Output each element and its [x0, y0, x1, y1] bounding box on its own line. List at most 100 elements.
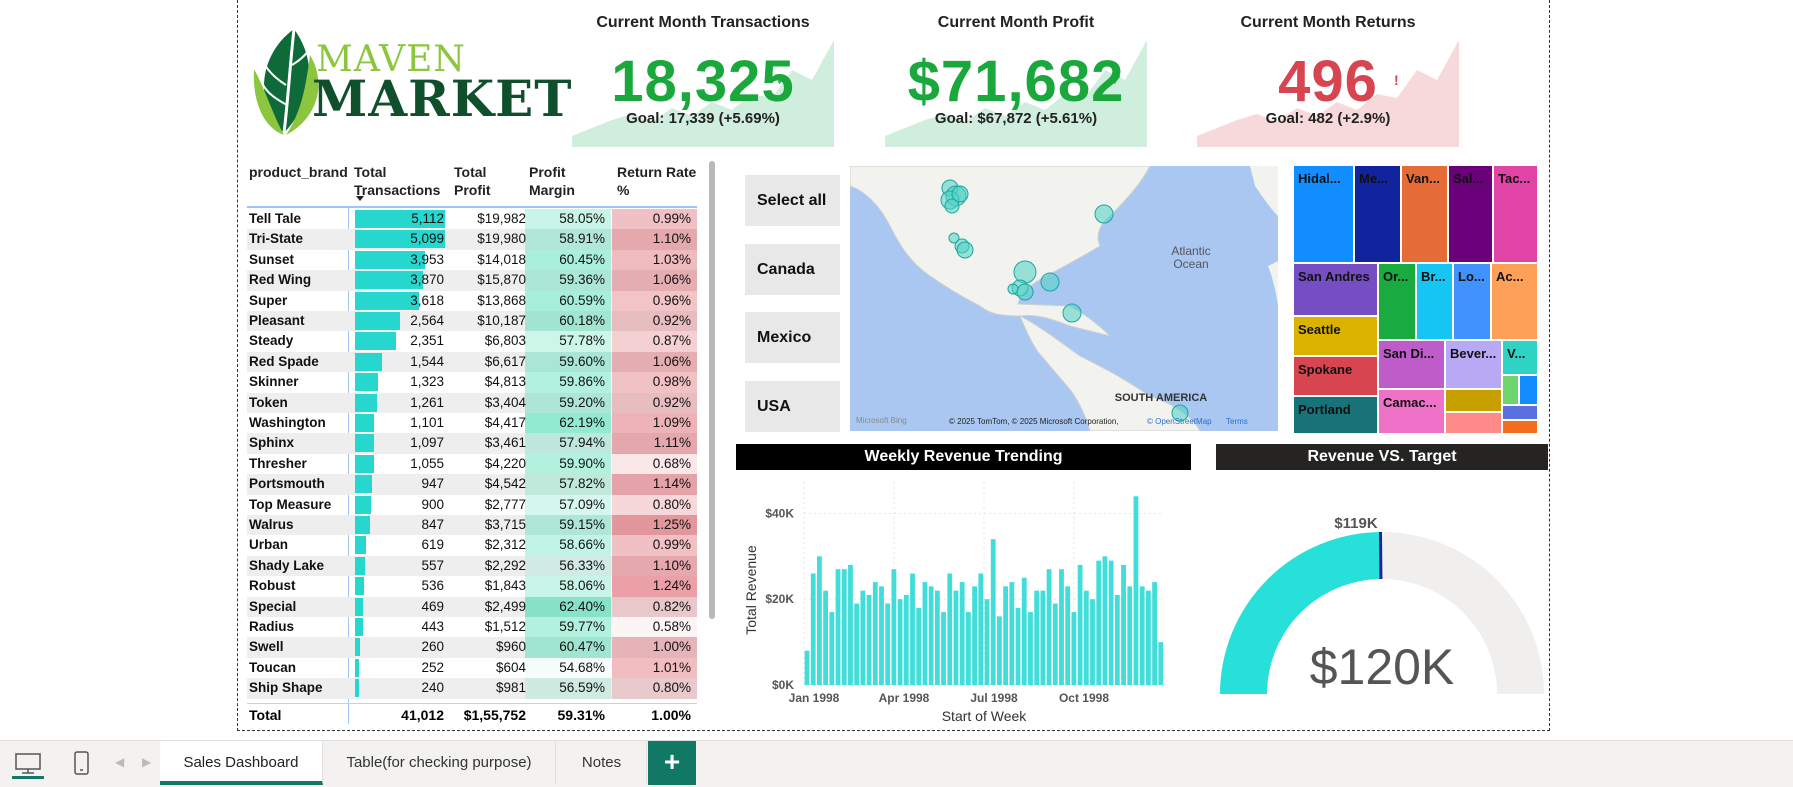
table-row[interactable]: Red Spade 1,544 $6,617 59.60% 1.06% [247, 351, 697, 373]
col-header-profit[interactable]: Total Profit [454, 163, 514, 199]
store-bubble[interactable] [1094, 204, 1114, 224]
table-row[interactable]: Radius 443 $1,512 59.77% 0.58% [247, 617, 697, 638]
col-header-brand[interactable]: product_brand [249, 163, 349, 181]
col-header-return[interactable]: Return Rate % [617, 163, 697, 199]
revenue-bar[interactable] [1034, 590, 1040, 685]
revenue-bar[interactable] [1083, 590, 1089, 685]
table-row[interactable]: Tell Tale 5,112 $19,982 58.05% 0.99% [247, 209, 697, 230]
map-canvas[interactable]: Atlantic Ocean SOUTH AMERICA Microsoft Bing… [850, 166, 1278, 431]
revenue-bar[interactable] [1108, 560, 1114, 685]
table-row[interactable]: Special 469 $2,499 62.40% 0.82% [247, 596, 697, 617]
revenue-bar[interactable] [1009, 582, 1015, 685]
table-row[interactable]: Swell 260 $960 60.47% 1.00% [247, 637, 697, 658]
revenue-bar[interactable] [1028, 612, 1033, 685]
table-row[interactable]: Walrus 847 $3,715 59.15% 1.25% [247, 515, 697, 536]
revenue-bar[interactable] [1158, 642, 1164, 685]
revenue-bar[interactable] [1040, 590, 1046, 685]
revenue-bar[interactable] [1071, 612, 1077, 685]
table-scrollbar[interactable] [709, 161, 715, 619]
store-bubble[interactable] [956, 241, 974, 259]
revenue-bar[interactable] [1065, 586, 1071, 685]
slicer-option[interactable]: Mexico [745, 312, 840, 363]
table-row[interactable]: Pleasant 2,564 $10,187 60.18% 0.92% [247, 311, 697, 332]
table-row[interactable]: Ship Shape 240 $981 56.59% 0.80% [247, 678, 697, 699]
table-row[interactable]: Robust 536 $1,843 58.06% 1.24% [247, 576, 697, 597]
table-row[interactable]: Super 3,618 $13,868 60.59% 0.96% [247, 290, 697, 311]
revenue-bar[interactable] [872, 582, 878, 685]
revenue-bar[interactable] [1077, 564, 1083, 685]
treemap-tile[interactable] [1446, 390, 1503, 413]
revenue-bar[interactable] [1090, 599, 1095, 685]
revenue-bar[interactable] [959, 582, 965, 685]
slicer-option[interactable]: Canada [745, 243, 840, 295]
page-tab[interactable]: Sales Dashboard [160, 741, 323, 785]
revenue-bar[interactable] [879, 586, 884, 685]
revenue-bar[interactable] [978, 573, 984, 685]
revenue-bar[interactable] [891, 569, 897, 685]
treemap-tile[interactable] [1503, 421, 1539, 435]
table-row[interactable]: Skinner 1,323 $4,813 59.86% 0.98% [247, 372, 697, 393]
revenue-bar[interactable] [997, 616, 1002, 685]
store-bubble[interactable] [1062, 303, 1082, 323]
revenue-bar[interactable] [1127, 586, 1133, 685]
revenue-bar[interactable] [860, 590, 866, 685]
revenue-bar[interactable] [928, 586, 934, 685]
treemap-tile[interactable]: Seattle [1294, 317, 1379, 357]
table-row[interactable]: Tri-State 5,099 $19,980 58.91% 1.10% [247, 229, 697, 250]
revenue-bar[interactable] [897, 599, 903, 685]
treemap-tile[interactable]: San Di... [1379, 341, 1446, 390]
revenue-bar[interactable] [1139, 586, 1145, 685]
revenue-bar[interactable] [854, 603, 860, 685]
store-bubble[interactable] [951, 185, 969, 203]
revenue-bar[interactable] [848, 564, 853, 685]
revenue-bar[interactable] [829, 612, 835, 685]
treemap-tile[interactable]: Me... [1355, 166, 1402, 264]
revenue-bar[interactable] [1145, 590, 1151, 685]
revenue-bar[interactable] [835, 569, 841, 685]
treemap-tile[interactable] [1503, 376, 1520, 406]
store-bubble[interactable] [1007, 283, 1019, 295]
add-page-button[interactable]: + [648, 741, 696, 785]
mobile-view-icon[interactable] [72, 749, 92, 777]
revenue-bar[interactable] [1114, 594, 1120, 685]
table-row[interactable]: Red Wing 3,870 $15,870 59.36% 1.06% [247, 270, 697, 291]
revenue-bar[interactable] [990, 539, 996, 685]
revenue-bar[interactable] [903, 594, 909, 685]
table-row[interactable]: Portsmouth 947 $4,542 57.82% 1.14% [247, 474, 697, 495]
revenue-bar[interactable] [1003, 586, 1009, 685]
slicer-option[interactable]: Select all [745, 175, 840, 226]
revenue-bar[interactable] [947, 573, 953, 685]
revenue-bar[interactable] [1102, 556, 1108, 685]
treemap-tile[interactable]: V... [1503, 341, 1539, 376]
revenue-bar[interactable] [953, 590, 959, 685]
table-row[interactable]: Urban 619 $2,312 58.66% 0.99% [247, 535, 697, 556]
revenue-bar[interactable] [1096, 560, 1102, 685]
prev-page-icon[interactable]: ◀ [115, 755, 124, 769]
store-bubble[interactable] [1013, 260, 1037, 284]
treemap-tile[interactable]: Tac... [1494, 166, 1539, 264]
revenue-bar[interactable] [934, 590, 940, 685]
treemap-tile[interactable]: Van... [1402, 166, 1449, 264]
treemap-tile[interactable]: Bever... [1446, 341, 1503, 390]
revenue-bar[interactable] [804, 650, 810, 685]
store-map[interactable]: Atlantic Ocean SOUTH AMERICA Microsoft Bing… [850, 166, 1278, 431]
treemap-tile[interactable]: Spokane [1294, 357, 1379, 397]
revenue-bar[interactable] [1046, 569, 1052, 685]
treemap-tile[interactable]: Sal... [1449, 166, 1494, 264]
revenue-bar[interactable] [916, 607, 922, 685]
store-bubble[interactable] [1040, 272, 1060, 292]
treemap-tile[interactable]: Ac... [1492, 264, 1539, 341]
table-row[interactable]: Thresher 1,055 $4,220 59.90% 0.68% [247, 453, 697, 475]
treemap-tile[interactable]: San Andres [1294, 264, 1379, 317]
revenue-bar[interactable] [810, 573, 816, 685]
revenue-bar[interactable] [885, 603, 891, 685]
revenue-bar[interactable] [1021, 577, 1027, 685]
table-row[interactable]: Sunset 3,953 $14,018 60.45% 1.03% [247, 249, 697, 271]
page-tab[interactable]: Table(for checking purpose) [323, 741, 556, 785]
table-row[interactable]: Top Measure 900 $2,777 57.09% 0.80% [247, 494, 697, 515]
revenue-bar[interactable] [922, 582, 928, 685]
treemap-tile[interactable]: Camac... [1379, 390, 1446, 435]
revenue-bar[interactable] [1052, 603, 1058, 685]
table-row[interactable]: Token 1,261 $3,404 59.20% 0.92% [247, 392, 697, 413]
next-page-icon[interactable]: ▶ [142, 755, 151, 769]
